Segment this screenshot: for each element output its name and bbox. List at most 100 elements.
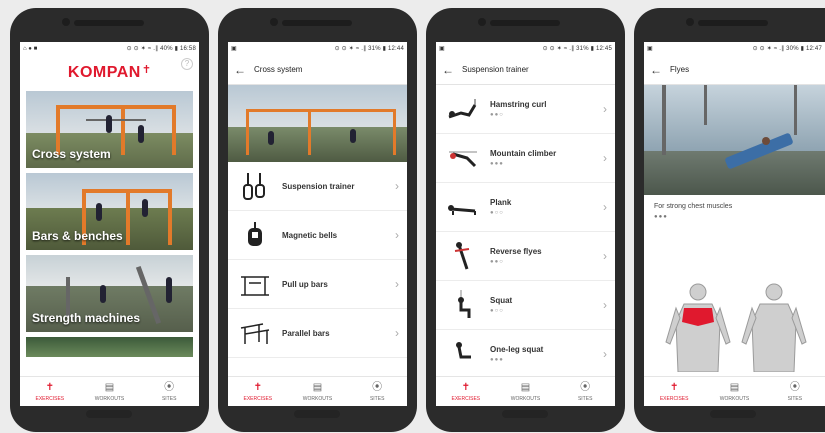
nav-tab-sites[interactable]: ⦿ SITES <box>765 377 825 406</box>
nav-tab-workouts[interactable]: ▤ WORKOUTS <box>496 377 556 406</box>
exercise-photo <box>644 85 825 195</box>
category-card-partial[interactable] <box>26 337 193 357</box>
chevron-right-icon: › <box>603 249 607 263</box>
nav-tab-exercises[interactable]: ✝ EXERCISES <box>228 377 288 406</box>
nav-tab-sites[interactable]: ⦿ SITES <box>555 377 615 406</box>
exercise-name: One-leg squat <box>490 345 544 354</box>
clipboard-icon: ▤ <box>520 381 531 393</box>
plank-icon <box>446 190 480 224</box>
squat-icon <box>446 288 480 322</box>
frame-post <box>121 105 125 155</box>
athlete <box>106 115 112 133</box>
exercise-item-plank[interactable]: Plank ●○○ › <box>436 183 615 232</box>
map-pin-icon: ⦿ <box>580 381 591 393</box>
clipboard-icon: ▤ <box>729 381 740 393</box>
status-bar: ▣ ⊙ ⊙ ✶ ≈ .∥ 31% ▮ 12:44 <box>228 42 407 55</box>
difficulty-dots: ●●● <box>490 357 504 363</box>
nav-label: SITES <box>161 395 177 402</box>
phone-frame-1: ⌂ ● ■ ⊙ ⊙ ✶ ≈ .∥ 40% ▮ 16:58 KOMPAN ✝ ? … <box>10 8 209 432</box>
home-button[interactable] <box>86 410 132 418</box>
athlete <box>142 199 148 217</box>
chevron-right-icon: › <box>395 326 399 340</box>
nav-tab-workouts[interactable]: ▤ WORKOUTS <box>288 377 348 406</box>
reverse-flyes-icon <box>446 239 480 273</box>
nav-tab-exercises[interactable]: ✝ EXERCISES <box>436 377 496 406</box>
exercise-item-reverse-flyes[interactable]: Reverse flyes ●●○ › <box>436 232 615 281</box>
back-arrow-icon[interactable]: ← <box>234 63 254 77</box>
exercise-item-one-leg-squat[interactable]: One-leg squat ●●● › <box>436 330 615 379</box>
exercise-item-squat[interactable]: Squat ●○○ › <box>436 281 615 330</box>
camera-icon <box>270 18 278 26</box>
category-card-cross-system[interactable]: Cross system <box>26 91 193 168</box>
phone-frame-2: ▣ ⊙ ⊙ ✶ ≈ .∥ 31% ▮ 12:44 ← Cross system … <box>218 8 417 432</box>
exercise-item-mountain-climber[interactable]: Mountain climber ●●● › <box>436 134 615 183</box>
exercise-figure-icon: ✝ <box>461 381 471 393</box>
nav-label: WORKOUTS <box>510 395 541 402</box>
status-bar: ▣ ⊙ ⊙ ✶ ≈ .∥ 30% ▮ 12:47 <box>644 42 825 55</box>
nav-label: SITES <box>577 395 593 402</box>
nav-label: EXERCISES <box>451 395 481 402</box>
chevron-right-icon: › <box>395 277 399 291</box>
difficulty-dots: ●○○ <box>490 210 504 216</box>
bottom-nav: ✝ EXERCISES ▤ WORKOUTS ⦿ SITES <box>644 376 825 406</box>
status-right-info: ⊙ ⊙ ✶ ≈ .∥ 40% ▮ 16:58 <box>126 46 196 52</box>
pull-up-bars-icon <box>238 267 272 301</box>
status-left-icons: ▣ <box>439 46 445 52</box>
list-item-magnetic-bells[interactable]: Magnetic bells › <box>228 211 407 260</box>
hamstring-curl-icon <box>446 92 480 126</box>
nav-label: WORKOUTS <box>94 395 125 402</box>
status-left-icons: ▣ <box>231 46 237 52</box>
help-icon[interactable]: ? <box>181 58 193 70</box>
page-title: Cross system <box>254 65 303 74</box>
nav-tab-sites[interactable]: ⦿ SITES <box>347 377 407 406</box>
parallel-bars-icon <box>238 316 272 350</box>
frame-beam <box>246 109 396 112</box>
home-button[interactable] <box>502 410 548 418</box>
back-arrow-icon[interactable]: ← <box>442 63 462 77</box>
status-right-info: ⊙ ⊙ ✶ ≈ .∥ 31% ▮ 12:44 <box>334 46 404 52</box>
chevron-right-icon: › <box>603 347 607 361</box>
page-title: Suspension trainer <box>462 65 529 74</box>
athlete <box>268 131 274 145</box>
list-item-suspension-trainer[interactable]: Suspension trainer › <box>228 162 407 211</box>
list-item-parallel-bars[interactable]: Parallel bars › <box>228 309 407 358</box>
chevron-right-icon: › <box>603 102 607 116</box>
exercise-name: Plank <box>490 198 512 207</box>
status-left-icons: ▣ <box>647 46 653 52</box>
nav-label: EXERCISES <box>243 395 273 402</box>
nav-tab-exercises[interactable]: ✝ EXERCISES <box>644 377 704 406</box>
category-card-bars-benches[interactable]: Bars & benches <box>26 173 193 250</box>
flyes-screen: ▣ ⊙ ⊙ ✶ ≈ .∥ 30% ▮ 12:47 ← Flyes For str… <box>644 42 825 406</box>
exercise-item-hamstring-curl[interactable]: Hamstring curl ●●○ › <box>436 85 615 134</box>
page-title: Flyes <box>670 65 690 74</box>
nav-label: WORKOUTS <box>719 395 750 402</box>
nav-tab-workouts[interactable]: ▤ WORKOUTS <box>704 377 764 406</box>
chevron-right-icon: › <box>395 179 399 193</box>
difficulty-dots: ●●○ <box>490 112 504 118</box>
home-button[interactable] <box>294 410 340 418</box>
phone-frame-4: ▣ ⊙ ⊙ ✶ ≈ .∥ 30% ▮ 12:47 ← Flyes For str… <box>634 8 825 432</box>
status-bar: ⌂ ● ■ ⊙ ⊙ ✶ ≈ .∥ 40% ▮ 16:58 <box>20 42 199 55</box>
list-item-pull-up-bars[interactable]: Pull up bars › <box>228 260 407 309</box>
nav-label: SITES <box>787 395 803 402</box>
home-screen: ⌂ ● ■ ⊙ ⊙ ✶ ≈ .∥ 40% ▮ 16:58 KOMPAN ✝ ? … <box>20 42 199 406</box>
category-card-strength-machines[interactable]: Strength machines <box>26 255 193 332</box>
cross-system-screen: ▣ ⊙ ⊙ ✶ ≈ .∥ 31% ▮ 12:44 ← Cross system … <box>228 42 407 406</box>
frame-post <box>168 189 172 245</box>
frame-post <box>126 189 130 245</box>
home-button[interactable] <box>710 410 756 418</box>
nav-tab-sites[interactable]: ⦿ SITES <box>139 377 199 406</box>
photo-sky <box>228 85 407 128</box>
exercise-name: Hamstring curl <box>490 100 547 109</box>
athlete-head <box>762 137 770 145</box>
map-pin-icon: ⦿ <box>372 381 383 393</box>
app-header: ← Cross system <box>228 55 407 85</box>
bottom-nav: ✝ EXERCISES ▤ WORKOUTS ⦿ SITES <box>228 376 407 406</box>
speaker-grille <box>282 20 352 26</box>
status-left-icons: ⌂ ● ■ <box>23 45 38 52</box>
difficulty-dots: ●●● <box>490 161 504 167</box>
nav-tab-exercises[interactable]: ✝ EXERCISES <box>20 377 80 406</box>
suspension-trainer-icon <box>238 169 272 203</box>
nav-tab-workouts[interactable]: ▤ WORKOUTS <box>80 377 140 406</box>
back-arrow-icon[interactable]: ← <box>650 63 670 77</box>
